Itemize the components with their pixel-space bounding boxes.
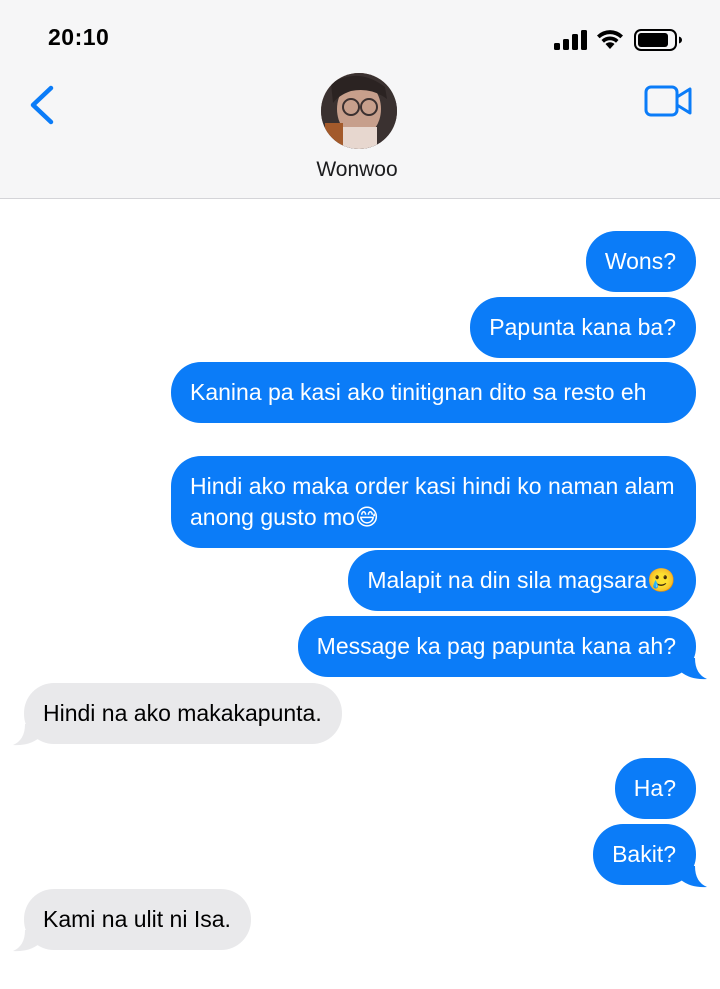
message-bubble-sent[interactable]: Kanina pa kasi ako tinitignan dito sa re… [171,362,696,423]
message-bubble-sent[interactable]: Message ka pag papunta kana ah? [297,616,696,677]
bubble-tail-sent [681,658,707,680]
bubble-tail-received [13,724,39,746]
conversation-header: 20:10 Wonwoo [0,0,720,199]
message-bubble-sent[interactable]: Papunta kana ba? [470,297,696,358]
contact-name[interactable]: Wonwoo [0,158,714,182]
signal-icon [554,30,587,50]
message-bubble-sent[interactable]: Malapit na din sila magsara🥲 [348,550,696,611]
messages-screen: 20:10 Wonwoo Wons? Papunta kana ba? Kani… [0,0,720,989]
back-button[interactable] [24,80,64,130]
status-icons [554,27,684,51]
status-time: 20:10 [48,24,110,50]
message-bubble-received[interactable]: Hindi na ako makakapunta. [24,683,342,744]
battery-icon [634,29,682,51]
contact-avatar[interactable] [321,73,397,149]
message-bubble-sent[interactable]: Wons? [585,231,696,292]
facetime-video-button[interactable] [644,84,694,118]
bubble-tail-sent [681,866,707,888]
message-bubble-sent[interactable]: Ha? [614,758,696,819]
message-bubble-received[interactable]: Kami na ulit ni Isa. [24,889,251,950]
wifi-icon [597,30,623,49]
chevron-left-icon [30,85,54,125]
video-camera-icon [644,85,692,117]
bubble-tail-received [13,930,39,952]
avatar-photo [321,73,397,149]
message-bubble-sent[interactable]: Hindi ako maka order kasi hindi ko naman… [171,456,696,548]
